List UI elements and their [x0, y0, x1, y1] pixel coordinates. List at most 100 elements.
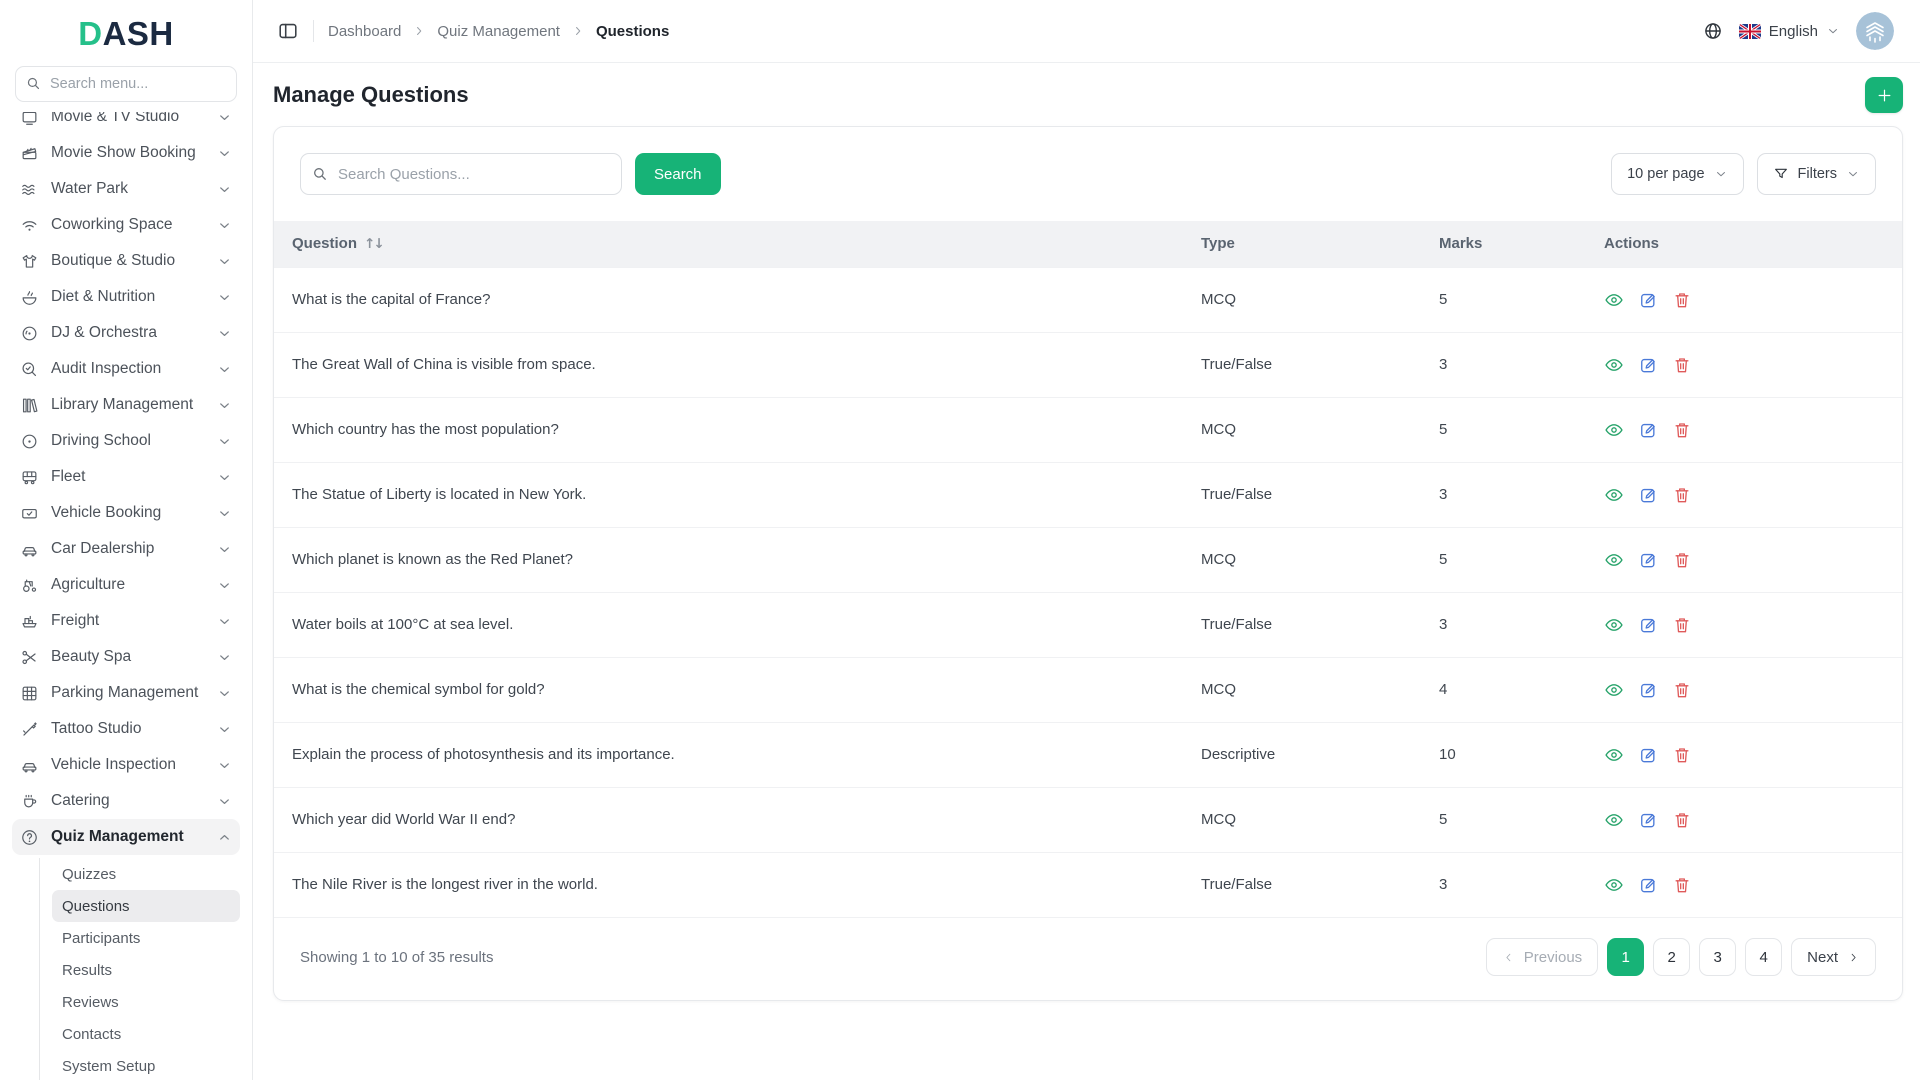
view-button[interactable] — [1604, 420, 1624, 440]
chevron-left-icon — [1502, 951, 1515, 964]
per-page-select[interactable]: 10 per page — [1611, 153, 1743, 195]
filters-button[interactable]: Filters — [1757, 153, 1876, 195]
sidebar-item-vehicle-inspection[interactable]: Vehicle Inspection — [12, 747, 240, 783]
sidebar-item-movie-tv-studio[interactable]: Movie & TV Studio — [12, 112, 240, 135]
view-button[interactable] — [1604, 355, 1624, 375]
sidebar-toggle-button[interactable] — [277, 20, 299, 42]
globe-button[interactable] — [1703, 21, 1723, 41]
chevron-right-icon — [412, 24, 426, 38]
edit-button[interactable] — [1638, 875, 1658, 895]
brand-logo[interactable]: DASH — [0, 15, 252, 53]
sidebar-item-label: Beauty Spa — [51, 648, 205, 666]
sidebar-item-tattoo-studio[interactable]: Tattoo Studio — [12, 711, 240, 747]
language-selector[interactable]: English — [1739, 23, 1840, 40]
question-cell: The Great Wall of China is visible from … — [274, 332, 1201, 397]
sidebar-item-freight[interactable]: Freight — [12, 603, 240, 639]
sidebar-item-audit-inspection[interactable]: Audit Inspection — [12, 351, 240, 387]
sidebar-subitem-contacts[interactable]: Contacts — [52, 1018, 240, 1050]
view-button[interactable] — [1604, 615, 1624, 635]
driving-school-icon — [20, 432, 39, 451]
edit-button[interactable] — [1638, 615, 1658, 635]
sort-icon[interactable]: ↑↓ — [364, 236, 383, 252]
sidebar-item-catering[interactable]: Catering — [12, 783, 240, 819]
chevron-down-icon — [217, 362, 232, 377]
page-button-2[interactable]: 2 — [1653, 938, 1690, 976]
view-button[interactable] — [1604, 680, 1624, 700]
edit-button[interactable] — [1638, 810, 1658, 830]
view-button[interactable] — [1604, 485, 1624, 505]
sidebar-item-boutique-studio[interactable]: Boutique & Studio — [12, 243, 240, 279]
delete-button[interactable] — [1672, 550, 1692, 570]
trash-icon — [1672, 615, 1692, 635]
next-page-button[interactable]: Next — [1791, 938, 1876, 976]
sidebar-item-movie-show-booking[interactable]: Movie Show Booking — [12, 135, 240, 171]
sidebar-item-library-management[interactable]: Library Management — [12, 387, 240, 423]
edit-button[interactable] — [1638, 745, 1658, 765]
eye-icon — [1604, 290, 1624, 310]
table-row: The Nile River is the longest river in t… — [274, 852, 1902, 917]
sidebar-item-fleet[interactable]: Fleet — [12, 459, 240, 495]
sidebar-subitem-quizzes[interactable]: Quizzes — [52, 858, 240, 890]
edit-button[interactable] — [1638, 290, 1658, 310]
sidebar-item-label: DJ & Orchestra — [51, 324, 205, 342]
add-question-button[interactable] — [1865, 77, 1903, 113]
delete-button[interactable] — [1672, 875, 1692, 895]
previous-page-button[interactable]: Previous — [1486, 938, 1598, 976]
sidebar-subitem-system-setup[interactable]: System Setup — [52, 1050, 240, 1080]
breadcrumb-quiz-management[interactable]: Quiz Management — [437, 23, 560, 40]
user-avatar[interactable] — [1856, 12, 1894, 50]
view-button[interactable] — [1604, 875, 1624, 895]
sidebar-search-input[interactable] — [15, 66, 237, 102]
delete-button[interactable] — [1672, 355, 1692, 375]
page-button-1[interactable]: 1 — [1607, 938, 1644, 976]
view-button[interactable] — [1604, 550, 1624, 570]
view-button[interactable] — [1604, 290, 1624, 310]
delete-button[interactable] — [1672, 680, 1692, 700]
page-button-4[interactable]: 4 — [1745, 938, 1782, 976]
question-search-input[interactable] — [300, 153, 622, 195]
delete-button[interactable] — [1672, 745, 1692, 765]
sidebar-item-beauty-spa[interactable]: Beauty Spa — [12, 639, 240, 675]
edit-button[interactable] — [1638, 680, 1658, 700]
eye-icon — [1604, 875, 1624, 895]
sidebar-item-label: Diet & Nutrition — [51, 288, 205, 306]
delete-button[interactable] — [1672, 290, 1692, 310]
questions-table: Question↑↓ Type Marks Actions What is th… — [274, 221, 1902, 917]
delete-button[interactable] — [1672, 615, 1692, 635]
edit-button[interactable] — [1638, 355, 1658, 375]
breadcrumb-dashboard[interactable]: Dashboard — [328, 23, 401, 40]
edit-button[interactable] — [1638, 420, 1658, 440]
sidebar-item-coworking-space[interactable]: Coworking Space — [12, 207, 240, 243]
search-button[interactable]: Search — [635, 153, 721, 195]
sidebar-item-dj-orchestra[interactable]: DJ & Orchestra — [12, 315, 240, 351]
delete-button[interactable] — [1672, 485, 1692, 505]
sidebar-subitem-reviews[interactable]: Reviews — [52, 986, 240, 1018]
breadcrumb-questions: Questions — [596, 23, 669, 40]
sidebar-submenu: QuizzesQuestionsParticipantsResultsRevie… — [39, 858, 240, 1080]
page-button-3[interactable]: 3 — [1699, 938, 1736, 976]
sidebar-item-agriculture[interactable]: Agriculture — [12, 567, 240, 603]
sidebar-item-vehicle-booking[interactable]: Vehicle Booking — [12, 495, 240, 531]
trash-icon — [1672, 745, 1692, 765]
view-button[interactable] — [1604, 745, 1624, 765]
sidebar-subitem-questions[interactable]: Questions — [52, 890, 240, 922]
table-row: The Statue of Liberty is located in New … — [274, 462, 1902, 527]
sidebar-item-parking-management[interactable]: Parking Management — [12, 675, 240, 711]
sidebar-item-diet-nutrition[interactable]: Diet & Nutrition — [12, 279, 240, 315]
edit-button[interactable] — [1638, 485, 1658, 505]
page-header: Manage Questions — [273, 63, 1903, 126]
sidebar-item-car-dealership[interactable]: Car Dealership — [12, 531, 240, 567]
sidebar-subitem-results[interactable]: Results — [52, 954, 240, 986]
type-cell: MCQ — [1201, 787, 1439, 852]
edit-button[interactable] — [1638, 550, 1658, 570]
sidebar-item-driving-school[interactable]: Driving School — [12, 423, 240, 459]
sidebar-item-quiz-management[interactable]: Quiz Management — [12, 819, 240, 855]
sidebar-subitem-participants[interactable]: Participants — [52, 922, 240, 954]
delete-button[interactable] — [1672, 810, 1692, 830]
movie-show-booking-icon — [20, 144, 39, 163]
view-button[interactable] — [1604, 810, 1624, 830]
sidebar-item-water-park[interactable]: Water Park — [12, 171, 240, 207]
table-row: Which planet is known as the Red Planet?… — [274, 527, 1902, 592]
delete-button[interactable] — [1672, 420, 1692, 440]
trash-icon — [1672, 485, 1692, 505]
